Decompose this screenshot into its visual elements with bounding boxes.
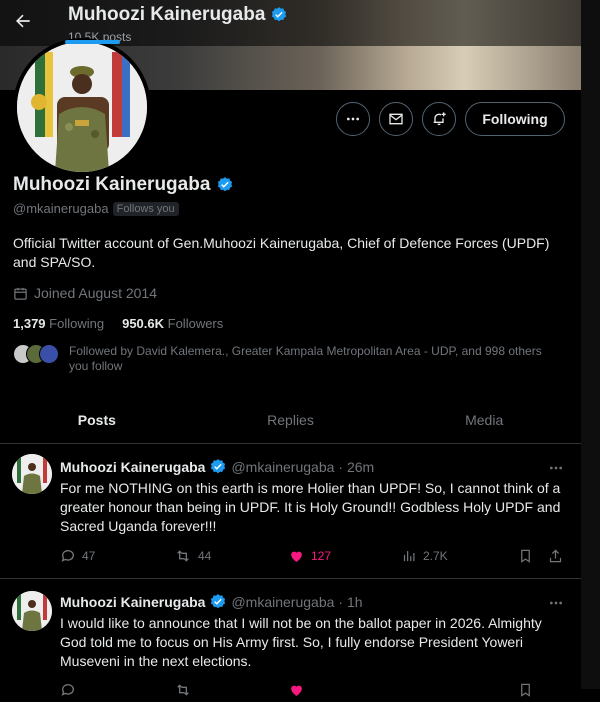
post-time[interactable]: · 1h bbox=[338, 594, 362, 610]
follows-you-badge: Follows you bbox=[112, 201, 179, 216]
tab-media[interactable]: Media bbox=[387, 396, 581, 443]
followers-label: Followers bbox=[167, 316, 224, 331]
share-icon bbox=[549, 549, 562, 563]
tab-replies[interactable]: Replies bbox=[194, 396, 388, 443]
more-horizontal-icon bbox=[347, 117, 359, 121]
header-title: Muhoozi Kainerugaba bbox=[68, 4, 288, 26]
calendar-icon bbox=[14, 287, 27, 300]
like-count: 127 bbox=[311, 549, 332, 563]
followers-link[interactable]: 950.6K Followers bbox=[122, 316, 223, 331]
verified-badge-icon bbox=[211, 594, 226, 609]
reply-count: 47 bbox=[82, 549, 96, 563]
post-more-button[interactable] bbox=[545, 460, 567, 476]
post-actions: 47 44 127 2.7K bbox=[60, 548, 570, 568]
post-item[interactable]: Muhoozi Kainerugaba @mkainerugaba · 1h I… bbox=[0, 579, 581, 699]
profile-name-text: Muhoozi Kainerugaba bbox=[13, 174, 211, 195]
bookmark-icon bbox=[521, 683, 530, 697]
profile-name: Muhoozi Kainerugaba bbox=[13, 174, 234, 196]
repost-button[interactable] bbox=[174, 682, 192, 698]
post-author-name[interactable]: Muhoozi Kainerugaba bbox=[60, 459, 205, 475]
post-time[interactable]: · 26m bbox=[338, 459, 374, 475]
bell-plus-icon bbox=[433, 112, 446, 125]
joined-date: Joined August 2014 bbox=[13, 285, 157, 301]
profile-handle: @mkainerugaba Follows you bbox=[13, 201, 179, 216]
bar-chart-icon bbox=[403, 551, 415, 562]
reply-icon bbox=[61, 684, 74, 696]
header-name: Muhoozi Kainerugaba bbox=[68, 4, 266, 25]
post-header: Muhoozi Kainerugaba @mkainerugaba · 26m bbox=[60, 458, 374, 476]
repost-icon bbox=[177, 550, 189, 562]
more-options-button[interactable] bbox=[336, 102, 370, 136]
repost-icon bbox=[177, 684, 189, 696]
more-horizontal-icon bbox=[550, 466, 562, 470]
envelope-icon bbox=[389, 113, 403, 125]
bookmark-button[interactable] bbox=[518, 682, 533, 698]
following-count: 1,379 bbox=[13, 316, 46, 331]
views-button[interactable]: 2.7K bbox=[402, 548, 448, 563]
message-button[interactable] bbox=[379, 102, 413, 136]
followers-count: 950.6K bbox=[122, 316, 165, 331]
bookmark-button[interactable] bbox=[518, 548, 533, 564]
profile-column: Muhoozi Kainerugaba 10.5K posts Followin bbox=[0, 0, 581, 697]
notifications-button[interactable] bbox=[422, 102, 456, 136]
views-count: 2.7K bbox=[423, 548, 448, 563]
post-author-handle[interactable]: @mkainerugaba bbox=[231, 594, 334, 610]
avatar-image bbox=[12, 454, 52, 494]
post-author-handle[interactable]: @mkainerugaba bbox=[231, 459, 334, 475]
post-avatar[interactable] bbox=[12, 454, 52, 494]
profile-tabs: Posts Replies Media bbox=[0, 396, 581, 444]
repost-count: 44 bbox=[198, 549, 212, 563]
post-author-name[interactable]: Muhoozi Kainerugaba bbox=[60, 594, 205, 610]
verified-badge-icon[interactable] bbox=[216, 176, 234, 194]
avatar-image bbox=[12, 591, 52, 631]
reply-button[interactable]: 47 bbox=[60, 548, 95, 564]
verified-badge-icon bbox=[211, 459, 226, 474]
post-avatar[interactable] bbox=[12, 591, 52, 631]
post-item[interactable]: Muhoozi Kainerugaba @mkainerugaba · 26m … bbox=[0, 444, 581, 579]
followed-by-avatars bbox=[13, 344, 61, 366]
follow-stats: 1,379 Following 950.6K Followers bbox=[13, 316, 223, 331]
reply-button[interactable] bbox=[60, 682, 76, 698]
active-tab-indicator bbox=[65, 40, 120, 44]
like-button[interactable]: 127 bbox=[288, 548, 331, 564]
profile-avatar[interactable] bbox=[13, 38, 151, 176]
back-button[interactable] bbox=[10, 8, 36, 34]
arrow-left-icon bbox=[16, 14, 30, 28]
like-button[interactable] bbox=[288, 682, 305, 698]
share-button[interactable] bbox=[548, 548, 563, 564]
post-actions bbox=[60, 682, 570, 702]
following-link[interactable]: 1,379 Following bbox=[13, 316, 104, 331]
followed-by-text: Followed by David Kalemera., Greater Kam… bbox=[69, 344, 542, 373]
tab-posts[interactable]: Posts bbox=[0, 396, 194, 443]
followed-by[interactable]: Followed by David Kalemera., Greater Kam… bbox=[13, 344, 558, 374]
heart-icon bbox=[291, 551, 302, 562]
page-margin bbox=[581, 0, 600, 689]
verified-badge-icon bbox=[272, 7, 287, 22]
follower-avatar bbox=[39, 344, 59, 364]
post-text: I would like to announce that I will not… bbox=[60, 615, 542, 669]
post-more-button[interactable] bbox=[545, 595, 567, 611]
joined-text: Joined August 2014 bbox=[34, 285, 157, 301]
profile-handle-text: @mkainerugaba bbox=[13, 201, 109, 216]
repost-button[interactable]: 44 bbox=[174, 548, 211, 564]
post-text: For me NOTHING on this earth is more Hol… bbox=[60, 480, 561, 534]
profile-bio: Official Twitter account of Gen.Muhoozi … bbox=[13, 235, 550, 270]
heart-icon bbox=[291, 685, 302, 696]
following-label: Following bbox=[49, 316, 105, 331]
post-header: Muhoozi Kainerugaba @mkainerugaba · 1h bbox=[60, 593, 363, 611]
avatar-image bbox=[17, 42, 147, 172]
reply-icon bbox=[61, 550, 74, 562]
more-horizontal-icon bbox=[550, 601, 562, 605]
following-button[interactable]: Following bbox=[465, 102, 565, 136]
bookmark-icon bbox=[521, 549, 530, 563]
